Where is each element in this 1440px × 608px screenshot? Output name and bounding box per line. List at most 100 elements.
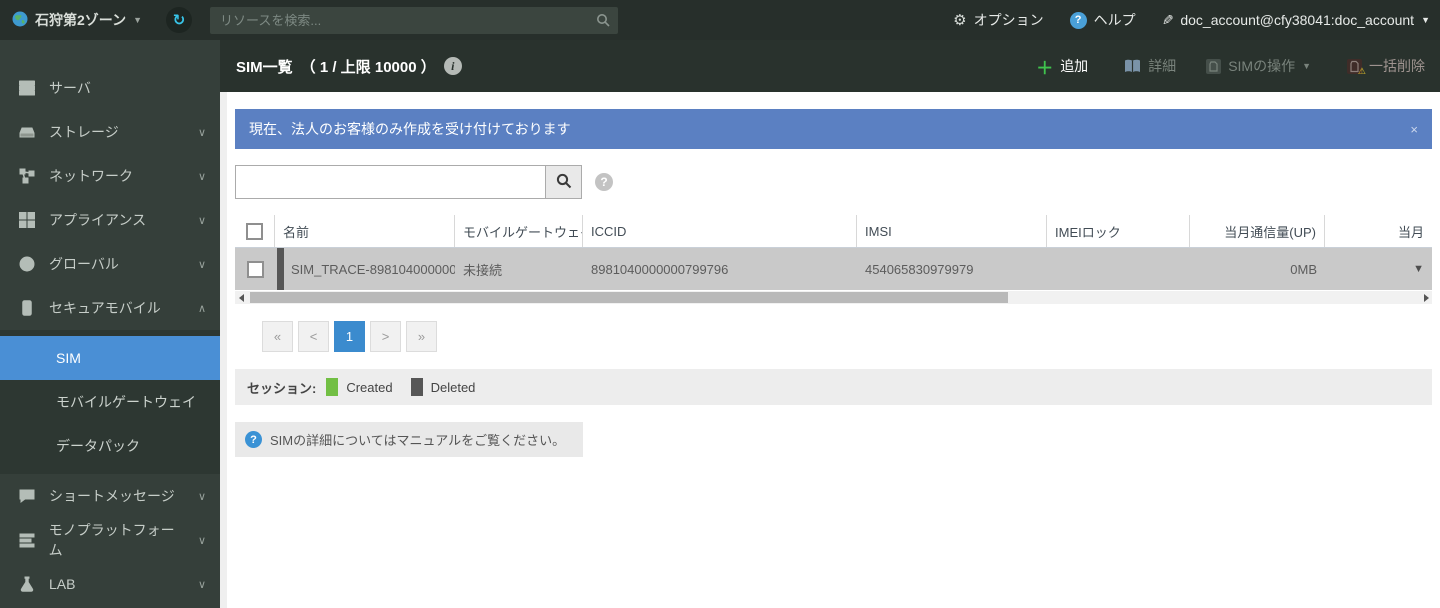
sidebar-item-mono-platform[interactable]: モノプラットフォーム ∨ xyxy=(0,518,220,562)
refresh-icon: ↻ xyxy=(173,11,186,29)
account-label: doc_account@cfy38041:doc_account xyxy=(1180,12,1414,28)
sim-gateway: 未接続 xyxy=(455,248,583,290)
notice-text: 現在、法人のお客様のみ作成を受け付けております xyxy=(249,119,571,139)
session-created-swatch xyxy=(326,378,338,396)
platform-icon xyxy=(18,532,36,548)
sidebar-item-network[interactable]: ネットワーク ∨ xyxy=(0,154,220,198)
manual-note-text: SIMの詳細についてはマニュアルをご覧ください。 xyxy=(270,430,565,449)
column-header-imsi[interactable]: IMSI xyxy=(857,215,1047,247)
legend-label: セッション: xyxy=(247,378,316,397)
delete-sim-icon: ⚠ xyxy=(1347,59,1362,74)
legend-created-label: Created xyxy=(346,380,392,395)
refresh-button[interactable]: ↻ xyxy=(166,7,192,33)
globe-icon xyxy=(18,256,36,272)
page-next-button[interactable]: > xyxy=(370,321,401,352)
header-buttons: ＋ 追加 詳細 SIMの操作 ▼ xyxy=(1021,40,1440,92)
column-header-iccid[interactable]: ICCID xyxy=(583,215,857,247)
sidebar-item-short-message[interactable]: ショートメッセージ ∨ xyxy=(0,474,220,518)
sidebar-item-data-pack[interactable]: データパック xyxy=(0,424,220,468)
help-button[interactable]: ? ヘルプ xyxy=(1070,10,1136,30)
globe-zone-icon xyxy=(12,11,28,30)
column-header-mobile-gateway[interactable]: モバイルゲートウェイ xyxy=(455,215,583,247)
chevron-down-icon: ∨ xyxy=(198,258,206,271)
close-icon[interactable]: × xyxy=(1410,122,1418,137)
filter-row: ? xyxy=(235,165,1432,199)
session-legend: セッション: Created Deleted xyxy=(235,369,1432,405)
sidebar-item-mobile-gateway[interactable]: モバイルゲートウェイ xyxy=(0,380,220,424)
pen-icon: ✎ xyxy=(1162,12,1174,29)
options-button[interactable]: ⚙ オプション xyxy=(953,10,1043,30)
app-window: 石狩第2ゾーン ▼ ↻ ⚙ オプション ? ヘルプ ✎ doc_account@… xyxy=(0,0,1440,608)
bulk-delete-button[interactable]: ⚠ 一括削除 xyxy=(1332,40,1440,92)
appliance-icon xyxy=(18,212,36,228)
zone-selector[interactable]: 石狩第2ゾーン ▼ xyxy=(0,10,152,30)
sim-traffic-up: 0MB xyxy=(1190,248,1325,290)
account-caret-icon: ▼ xyxy=(1421,15,1430,25)
sim-operations-button[interactable]: SIMの操作 ▼ xyxy=(1191,40,1326,92)
table-row[interactable]: SIM_TRACE-898104000000( 未接続 898104000000… xyxy=(235,248,1432,290)
account-menu[interactable]: ✎ doc_account@cfy38041:doc_account ▼ xyxy=(1162,12,1430,29)
resource-search-input[interactable] xyxy=(210,7,618,34)
resource-count: （ 1 / 上限 10000 ） xyxy=(301,56,436,77)
table-header-row: 名前 モバイルゲートウェイ ICCID IMSI IMEIロック 当月通信量(U… xyxy=(235,215,1432,248)
chevron-down-icon: ∨ xyxy=(198,126,206,139)
sidebar: サーバ ストレージ ∨ ネットワーク ∨ アプライアンス xyxy=(0,40,220,608)
mobile-icon xyxy=(18,300,36,316)
help-icon: ? xyxy=(245,431,262,448)
sidebar-item-lab[interactable]: LAB ∨ xyxy=(0,562,220,606)
sidebar-item-secure-mobile[interactable]: セキュアモバイル ∧ xyxy=(0,286,220,330)
zone-label: 石狩第2ゾーン xyxy=(35,10,126,30)
session-deleted-swatch xyxy=(411,378,423,396)
filter-input[interactable] xyxy=(235,165,545,199)
secure-mobile-submenu: SIM モバイルゲートウェイ データパック xyxy=(0,330,220,474)
search-icon xyxy=(556,173,572,192)
page-first-button[interactable]: « xyxy=(262,321,293,352)
info-icon[interactable]: i xyxy=(444,57,462,75)
sidebar-item-appliance[interactable]: アプライアンス ∨ xyxy=(0,198,220,242)
session-status-bar xyxy=(277,248,284,290)
caret-down-icon: ▼ xyxy=(1302,61,1311,71)
sidebar-item-sim[interactable]: SIM xyxy=(0,336,220,380)
page-1-button[interactable]: 1 xyxy=(334,321,365,352)
chevron-down-icon: ∨ xyxy=(198,578,206,591)
lab-flask-icon xyxy=(18,576,36,592)
help-label: ヘルプ xyxy=(1094,10,1136,30)
column-header-traffic-up[interactable]: 当月通信量(UP) xyxy=(1190,215,1325,247)
sidebar-item-global[interactable]: グローバル ∨ xyxy=(0,242,220,286)
storage-icon xyxy=(18,124,36,140)
page-last-button[interactable]: » xyxy=(406,321,437,352)
page-header: SIM一覧 （ 1 / 上限 10000 ） i ＋ 追加 詳細 xyxy=(220,40,1440,92)
scroll-left-arrow[interactable] xyxy=(235,294,247,302)
zone-caret-icon: ▼ xyxy=(133,15,142,25)
column-header-name[interactable]: 名前 xyxy=(275,215,455,247)
notice-banner: 現在、法人のお客様のみ作成を受け付けております × xyxy=(235,109,1432,149)
column-header-traffic-down[interactable]: 当月 xyxy=(1325,215,1432,247)
filter-search-button[interactable] xyxy=(545,165,582,199)
column-header-imei-lock[interactable]: IMEIロック xyxy=(1047,215,1190,247)
row-menu-caret-icon[interactable]: ▼ xyxy=(1413,263,1424,275)
page-title: SIM一覧 （ 1 / 上限 10000 ） i xyxy=(220,56,462,77)
network-icon xyxy=(18,168,36,184)
horizontal-scrollbar[interactable] xyxy=(235,291,1432,304)
add-button[interactable]: ＋ 追加 xyxy=(1021,40,1103,92)
scrollbar-thumb[interactable] xyxy=(250,292,1008,303)
search-icon xyxy=(596,13,610,30)
row-checkbox[interactable] xyxy=(247,261,264,278)
gear-icon: ⚙ xyxy=(953,11,966,29)
book-icon xyxy=(1124,59,1141,73)
resource-search xyxy=(210,7,618,34)
pagination: « < 1 > » xyxy=(235,321,1432,352)
sidebar-item-server[interactable]: サーバ xyxy=(0,66,220,110)
sidebar-item-storage[interactable]: ストレージ ∨ xyxy=(0,110,220,154)
page-prev-button[interactable]: < xyxy=(298,321,329,352)
topbar-right: ⚙ オプション ? ヘルプ ✎ doc_account@cfy38041:doc… xyxy=(953,10,1440,30)
content-area: 現在、法人のお客様のみ作成を受け付けております × ? 名前 xyxy=(220,92,1440,608)
detail-button[interactable]: 詳細 xyxy=(1109,40,1191,92)
filter-help-icon[interactable]: ? xyxy=(595,173,613,191)
chevron-down-icon: ∨ xyxy=(198,534,206,547)
sim-name: SIM_TRACE-898104000000( xyxy=(291,262,455,277)
select-all-checkbox[interactable] xyxy=(246,223,263,240)
sim-imsi: 454065830979979 xyxy=(857,248,1047,290)
scroll-right-arrow[interactable] xyxy=(1420,294,1432,302)
chevron-down-icon: ∨ xyxy=(198,214,206,227)
